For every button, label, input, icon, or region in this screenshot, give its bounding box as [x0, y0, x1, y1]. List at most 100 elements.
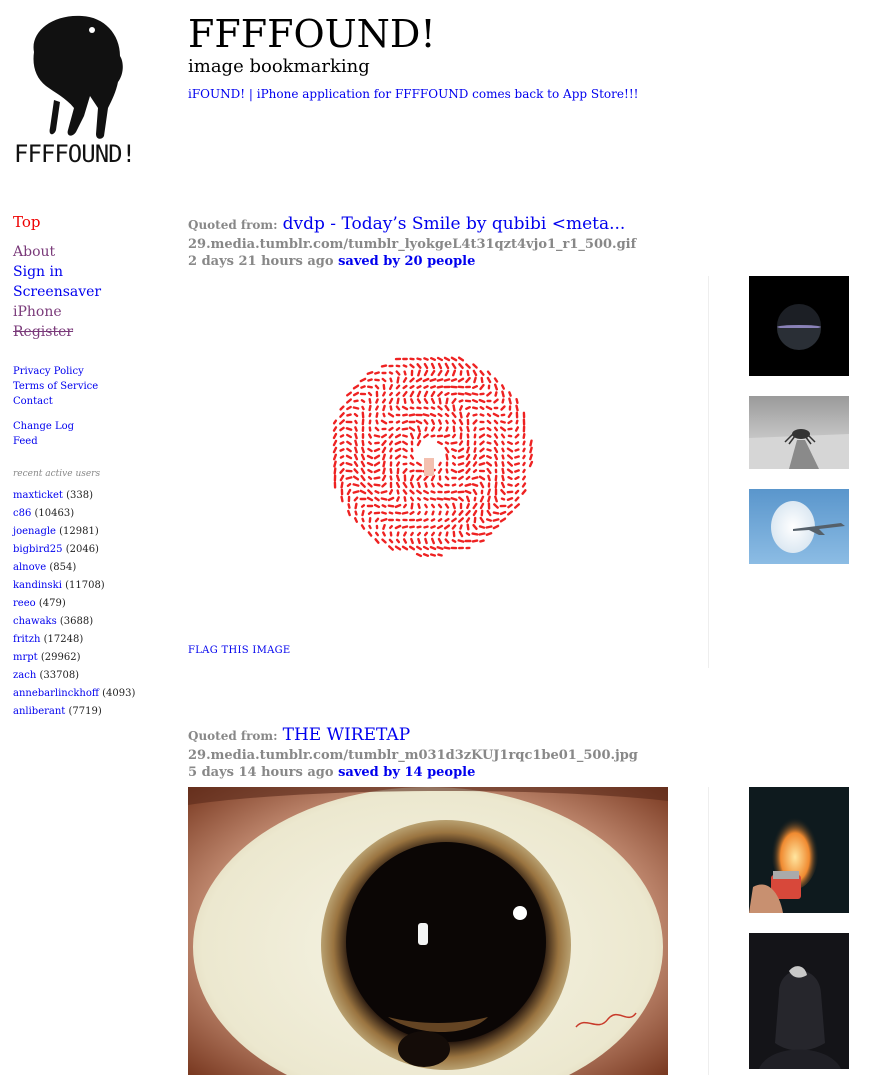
dot-mark: [416, 363, 422, 369]
dot-mark: [388, 511, 394, 515]
dot-mark: [416, 385, 422, 389]
dot-mark: [443, 546, 451, 550]
dot-mark: [436, 385, 444, 389]
dot-mark: [522, 447, 526, 453]
dot-mark: [429, 497, 437, 501]
dot-mark: [436, 545, 444, 551]
source-link[interactable]: THE WIRETAP: [283, 725, 411, 745]
dot-mark: [396, 489, 400, 495]
dot-mark: [472, 523, 478, 531]
dot-mark: [354, 510, 358, 516]
dot-mark: [395, 391, 401, 397]
dot-mark: [403, 398, 407, 404]
terms-link[interactable]: Terms of Service: [13, 379, 178, 394]
dot-mark: [479, 539, 485, 543]
user-link[interactable]: maxticket: [13, 490, 63, 501]
contact-link[interactable]: Contact: [13, 394, 178, 409]
dot-mark: [471, 539, 479, 543]
dot-mark: [458, 530, 464, 538]
user-link[interactable]: reeo: [13, 598, 36, 609]
dot-mark: [339, 434, 345, 438]
dot-mark: [396, 376, 400, 384]
user-link[interactable]: chawaks: [13, 616, 57, 627]
dot-mark: [500, 488, 506, 496]
user-link[interactable]: alnove: [13, 562, 46, 573]
dot-mark: [522, 432, 526, 440]
dot-mark: [486, 448, 492, 452]
dot-mark: [493, 426, 499, 432]
dot-mark: [465, 412, 471, 418]
flag-image-link[interactable]: FLAG THIS IMAGE: [188, 645, 291, 656]
dot-mark: [402, 364, 408, 368]
dot-mark: [422, 413, 430, 417]
user-row: bigbird25 (2046): [13, 541, 178, 559]
site-title: FFFFOUND!: [188, 12, 436, 56]
related-thumb[interactable]: [749, 396, 849, 469]
post-2-image[interactable]: [188, 787, 668, 1075]
user-count: (17248): [43, 634, 84, 645]
dot-mark: [395, 405, 401, 411]
user-link[interactable]: bigbird25: [13, 544, 63, 555]
dot-mark: [402, 481, 408, 489]
related-thumb[interactable]: [749, 276, 849, 376]
post-1-image[interactable]: [320, 348, 540, 560]
dot-mark: [374, 517, 380, 523]
related-thumb[interactable]: [749, 933, 849, 1069]
user-link[interactable]: annebarlinckhoff: [13, 688, 99, 699]
user-row: fritzh (17248): [13, 631, 178, 649]
dot-mark: [500, 420, 506, 424]
nav-sign-in[interactable]: Sign in: [13, 262, 178, 282]
dot-mark: [424, 482, 428, 488]
user-link[interactable]: fritzh: [13, 634, 40, 645]
dot-mark: [445, 426, 449, 432]
user-count: (33708): [39, 670, 80, 681]
dot-mark: [366, 371, 374, 375]
user-link[interactable]: c86: [13, 508, 31, 519]
dot-mark: [443, 524, 451, 530]
saved-by-link[interactable]: saved by 20 people: [338, 254, 475, 269]
dot-mark: [396, 397, 400, 405]
dot-mark: [485, 531, 493, 537]
nav-iphone[interactable]: iPhone: [13, 302, 178, 322]
dot-mark: [409, 489, 415, 495]
dot-mark: [515, 404, 519, 412]
dot-mark: [417, 510, 421, 516]
dot-mark: [352, 483, 360, 487]
dot-mark: [333, 467, 337, 475]
saved-by-link[interactable]: saved by 14 people: [338, 765, 475, 780]
user-row: chawaks (3688): [13, 613, 178, 631]
user-link[interactable]: anliberant: [13, 706, 65, 717]
dot-mark: [366, 496, 374, 502]
source-link[interactable]: dvdp - Today’s Smile by qubibi <meta...: [283, 214, 626, 234]
dot-mark: [479, 481, 485, 489]
related-thumb[interactable]: [749, 489, 849, 564]
dot-mark: [389, 467, 393, 475]
dot-mark: [366, 461, 374, 467]
dot-mark: [416, 439, 422, 447]
privacy-policy-link[interactable]: Privacy Policy: [13, 364, 178, 379]
dot-mark: [507, 503, 513, 509]
dot-mark: [401, 427, 409, 431]
related-thumb[interactable]: [749, 787, 849, 913]
dot-mark: [375, 405, 379, 411]
user-link[interactable]: joenagle: [13, 526, 56, 537]
dot-mark: [388, 397, 394, 405]
dot-mark: [457, 392, 465, 396]
nav-top[interactable]: Top: [13, 212, 178, 232]
dot-mark: [514, 455, 520, 459]
user-link[interactable]: zach: [13, 670, 36, 681]
dot-mark: [459, 426, 463, 432]
user-link[interactable]: kandinski: [13, 580, 62, 591]
feed-link[interactable]: Feed: [13, 434, 178, 449]
nav-register[interactable]: Register: [13, 322, 178, 342]
nav-about[interactable]: About: [13, 242, 178, 262]
nav-screensaver[interactable]: Screensaver: [13, 282, 178, 302]
user-link[interactable]: mrpt: [13, 652, 38, 663]
dot-mark: [416, 474, 422, 482]
change-log-link[interactable]: Change Log: [13, 419, 178, 434]
dot-mark: [486, 509, 492, 517]
dot-mark: [436, 356, 444, 362]
dot-mark: [354, 426, 358, 432]
dot-mark: [368, 433, 372, 439]
announcement-link[interactable]: iFOUND! | iPhone application for FFFFOUN…: [188, 87, 638, 102]
